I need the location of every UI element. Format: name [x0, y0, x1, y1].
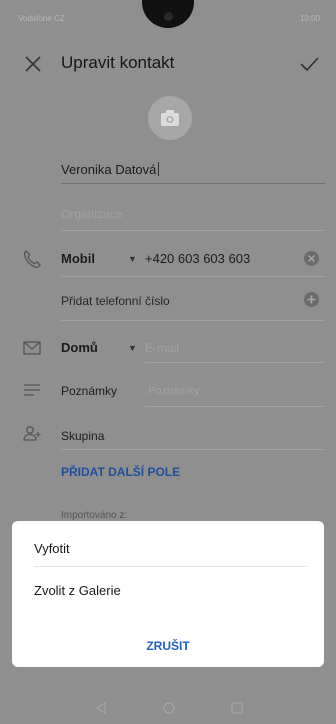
- notes-input[interactable]: Poznámky: [148, 385, 199, 397]
- notes-icon: [22, 380, 42, 400]
- sheet-divider: [34, 566, 308, 567]
- phone-underline: [61, 276, 325, 277]
- name-value: Veronika Datová: [61, 162, 157, 177]
- check-icon[interactable]: [299, 55, 319, 73]
- mail-icon: [22, 338, 42, 358]
- back-icon[interactable]: [95, 701, 107, 719]
- chevron-down-icon[interactable]: ▼: [128, 254, 137, 264]
- status-time: 10:00: [299, 14, 320, 23]
- recents-icon[interactable]: [231, 701, 243, 719]
- chevron-down-icon[interactable]: ▼: [128, 343, 137, 353]
- phone-type-select[interactable]: Mobil: [61, 251, 95, 266]
- clear-icon[interactable]: [304, 251, 319, 266]
- group-icon: [22, 424, 42, 444]
- choose-gallery-option[interactable]: Zvolit z Galerie: [34, 583, 121, 598]
- add-icon[interactable]: [304, 292, 319, 307]
- email-type-select[interactable]: Domů: [61, 340, 98, 355]
- phone-icon: [22, 249, 42, 269]
- notes-underline: [145, 406, 325, 407]
- notes-label: Poznámky: [61, 384, 118, 398]
- email-underline: [145, 362, 325, 363]
- photo-options-sheet: Vyfotit Zvolit z Galerie ZRUŠIT: [12, 521, 324, 667]
- email-input[interactable]: E-mail: [145, 341, 179, 355]
- camera-icon: [161, 110, 179, 126]
- home-icon[interactable]: [163, 701, 175, 719]
- group-field[interactable]: Skupina: [61, 429, 104, 443]
- cancel-button[interactable]: ZRUŠIT: [12, 639, 324, 653]
- add-photo-button[interactable]: [148, 96, 192, 140]
- front-camera: [164, 12, 173, 21]
- add-phone-underline: [61, 320, 325, 321]
- close-icon[interactable]: [24, 55, 42, 73]
- imported-label: Importováno z:: [61, 510, 128, 521]
- text-cursor: [158, 162, 160, 176]
- add-field-button[interactable]: PŘIDAT DALŠÍ POLE: [61, 465, 180, 479]
- organization-field[interactable]: Organizace: [61, 207, 122, 221]
- name-field[interactable]: Veronika Datová: [61, 162, 160, 177]
- group-underline: [61, 449, 325, 450]
- name-underline: [61, 183, 325, 184]
- add-phone-button[interactable]: Přidat telefonní číslo: [61, 294, 170, 308]
- status-carrier: Vodafone CZ: [18, 14, 65, 23]
- phone-number-input[interactable]: +420 603 603 603: [145, 251, 250, 266]
- page-title: Upravit kontakt: [61, 53, 175, 72]
- take-photo-option[interactable]: Vyfotit: [34, 541, 70, 556]
- organization-underline: [61, 230, 325, 231]
